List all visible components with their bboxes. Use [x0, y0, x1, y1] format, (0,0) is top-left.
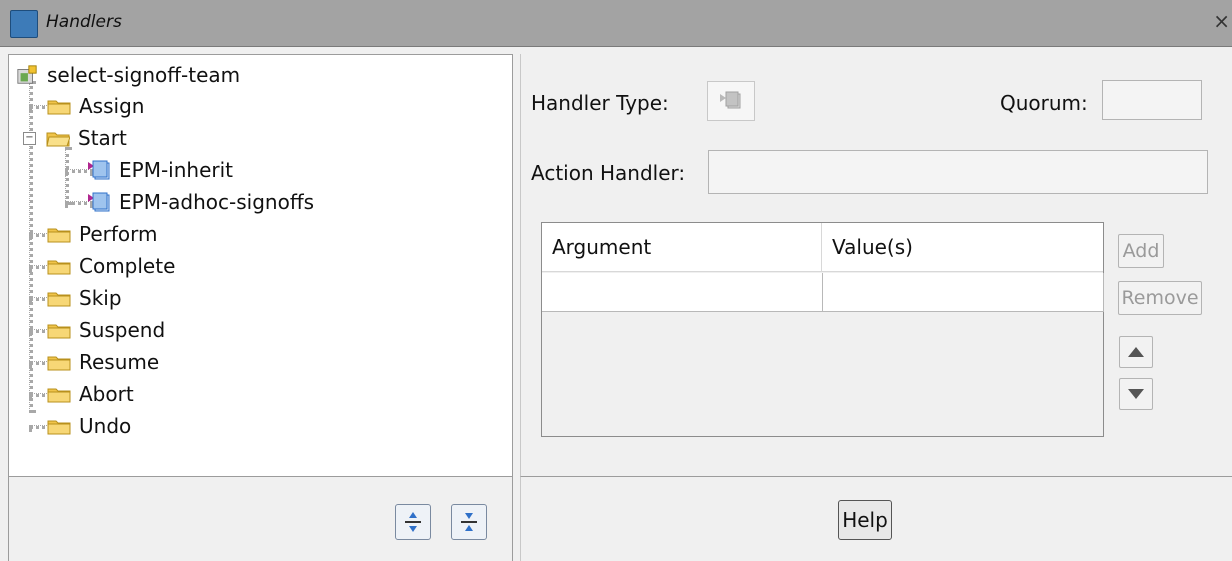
column-header-argument[interactable]: Argument — [542, 223, 822, 272]
tree-item-label: Undo — [79, 414, 132, 438]
handler-type-button[interactable] — [707, 81, 755, 121]
tree-item-label: EPM-adhoc-signoffs — [119, 190, 315, 214]
tree-item-label: Abort — [79, 382, 134, 406]
arrow-down-icon — [1128, 389, 1144, 399]
tree-item-label: Complete — [79, 254, 176, 278]
collapse-all-button[interactable] — [451, 504, 487, 540]
folder-icon — [47, 260, 71, 274]
tree-item-abort[interactable]: Abort — [47, 380, 134, 408]
window-title: Handlers — [46, 12, 122, 32]
folder-icon — [47, 292, 71, 306]
add-button[interactable]: Add — [1118, 234, 1164, 268]
folder-icon — [47, 324, 71, 338]
table-cell-values[interactable] — [823, 273, 1104, 312]
arguments-table: Argument Value(s) — [541, 222, 1104, 437]
action-handler-label: Action Handler: — [531, 161, 686, 185]
move-down-button[interactable] — [1119, 378, 1153, 410]
help-button[interactable]: Help — [838, 500, 892, 540]
tree-item-epm-inherit[interactable]: EPM-inherit — [87, 156, 233, 184]
folder-open-icon — [46, 132, 70, 146]
folder-icon — [47, 356, 71, 370]
tree-item-undo[interactable]: Undo — [47, 412, 131, 440]
remove-button[interactable]: Remove — [1118, 281, 1202, 315]
tree-toolbar — [8, 476, 513, 561]
folder-icon — [47, 420, 71, 434]
tree-item-label: Suspend — [79, 318, 166, 342]
tree-panel: select-signoff-team Assign − Start EPM-i… — [8, 54, 513, 478]
handler-icon — [720, 91, 741, 109]
tree-item-epm-adhoc-signoffs[interactable]: EPM-adhoc-signoffs — [87, 188, 314, 216]
folder-icon — [47, 228, 71, 242]
expand-all-button[interactable] — [395, 504, 431, 540]
tree-item-perform[interactable]: Perform — [47, 220, 158, 248]
tree-item-suspend[interactable]: Suspend — [47, 316, 165, 344]
column-header-values[interactable]: Value(s) — [822, 223, 1103, 272]
collapse-icon[interactable]: − — [23, 131, 36, 145]
move-up-button[interactable] — [1119, 336, 1153, 368]
handlers-app-icon — [10, 10, 38, 38]
title-bar: Handlers × — [0, 0, 1232, 47]
tree-item-label: Skip — [79, 286, 122, 310]
tree-item-label: Perform — [79, 222, 158, 246]
tree-item-label: Resume — [79, 350, 160, 374]
collapse-all-icon — [461, 513, 477, 531]
handler-icon — [88, 160, 110, 180]
folder-icon — [47, 388, 71, 402]
action-handler-field[interactable] — [708, 150, 1208, 194]
tree-item-resume[interactable]: Resume — [47, 348, 159, 376]
quorum-label: Quorum: — [1000, 91, 1088, 115]
tree-item-label: Assign — [79, 94, 145, 118]
expand-all-icon — [405, 512, 421, 532]
tree-item-skip[interactable]: Skip — [47, 284, 122, 312]
tree-item-start[interactable]: − Start — [23, 124, 127, 152]
tree-item-assign[interactable]: Assign — [47, 92, 144, 120]
tree-item-complete[interactable]: Complete — [47, 252, 175, 280]
folder-icon — [47, 100, 71, 114]
tree-root[interactable]: select-signoff-team — [15, 61, 240, 89]
handler-type-label: Handler Type: — [531, 91, 669, 115]
handler-icon — [88, 192, 110, 212]
tree-item-label: Start — [78, 126, 127, 150]
task-root-icon — [17, 65, 37, 84]
arrow-up-icon — [1128, 347, 1144, 357]
tree-root-label: select-signoff-team — [47, 63, 241, 87]
close-icon[interactable]: × — [1213, 9, 1230, 33]
tree-connector — [65, 147, 69, 205]
table-cell-argument[interactable] — [542, 273, 823, 312]
quorum-field[interactable] — [1102, 80, 1202, 120]
tree-item-label: EPM-inherit — [119, 158, 234, 182]
